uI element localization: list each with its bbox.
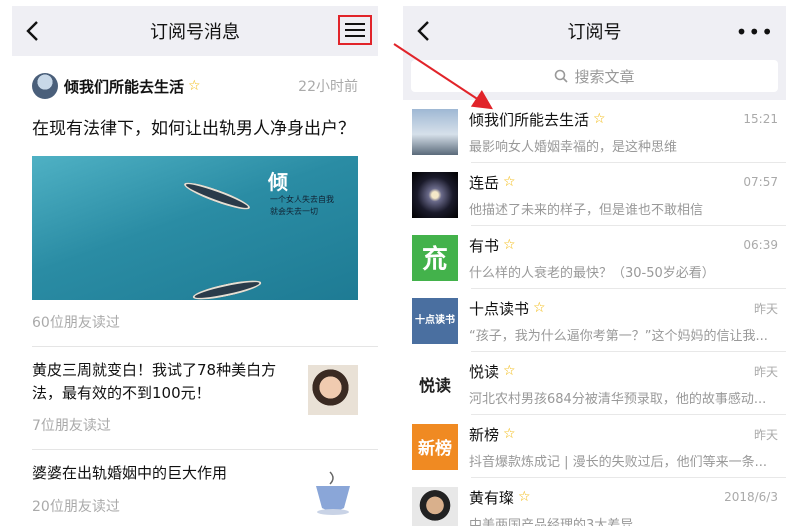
nav-bar: 订阅号消息 xyxy=(12,6,378,56)
avatar-text: 十点读书 xyxy=(415,315,455,326)
list-item[interactable]: 婆婆在出轨婚姻中的巨大作用 20位朋友读过 xyxy=(12,450,378,518)
subscription-list-panel: 订阅号 ••• 搜索文章 倾我们所能去生活 ☆ 15:21 最影响女人婚姻幸福的… xyxy=(403,6,786,526)
account-name: 连岳 xyxy=(469,173,500,192)
account-name: 有书 xyxy=(469,236,500,255)
article-view-panel: 订阅号消息 倾我们所能去生活 ☆ 22小时前 在现有法律下，如何让出轨男人净身出… xyxy=(12,6,378,526)
read-count: 7位朋友读过 xyxy=(32,418,111,435)
list-item[interactable]: 悦读 悦读 ☆ 昨天 河北农村男孩684分被清华预录取，他的故事感动... xyxy=(403,352,786,415)
menu-icon[interactable] xyxy=(338,15,372,45)
latest-article: 河北农村男孩684分被清华预录取，他的故事感动... xyxy=(469,391,767,407)
article-cover-image[interactable]: 倾 一个女人失去自我 就会失去一切 xyxy=(32,155,358,300)
avatar-text: 新榜 xyxy=(418,439,452,459)
account-name: 黄有璨 xyxy=(469,488,515,507)
boat-shape xyxy=(191,276,263,300)
search-placeholder: 搜索文章 xyxy=(574,67,635,86)
back-icon[interactable] xyxy=(22,19,44,43)
star-icon: ☆ xyxy=(188,78,201,94)
page-title: 订阅号 xyxy=(567,22,622,43)
boat-shape xyxy=(182,178,252,214)
account-name: 倾我们所能去生活 xyxy=(64,77,185,96)
search-bar: 搜索文章 xyxy=(403,56,786,100)
latest-article: 抖音爆款炼成记 | 漫长的失败过后，他们等来一条... xyxy=(469,454,768,470)
search-input[interactable]: 搜索文章 xyxy=(411,60,778,92)
avatar-text: 㐬 xyxy=(421,245,448,275)
account-name: 悦读 xyxy=(469,362,500,381)
hamburger-icon xyxy=(345,23,365,37)
account-header[interactable]: 倾我们所能去生活 ☆ 22小时前 xyxy=(12,56,378,102)
list-item[interactable]: 黄皮三周就变白！我试了78种美白方法，最有效的不到100元！ 7位朋友读过 xyxy=(12,347,378,436)
timestamp: 22小时前 xyxy=(298,79,358,95)
cover-caption: 一个女人失去自我 xyxy=(270,194,334,204)
latest-article: “孩子，我为什么逼你考第一？”这个妈妈的信让我... xyxy=(469,328,768,344)
timestamp: 06:39 xyxy=(743,238,778,252)
article-title: 黄皮三周就变白！我试了78种美白方法，最有效的不到100元！ xyxy=(32,360,277,403)
avatar: 新榜 xyxy=(412,423,458,470)
latest-article: 他描述了未来的样子，但是谁也不敢相信 xyxy=(469,202,704,218)
back-icon[interactable] xyxy=(413,19,435,43)
star-icon: ☆ xyxy=(593,111,606,127)
star-icon: ☆ xyxy=(503,426,516,442)
teacup-thumbnail xyxy=(316,471,350,516)
star-icon: ☆ xyxy=(503,174,516,190)
list-item[interactable]: 黄有璨 ☆ 2018/6/3 中美两国产品经理的3大差异 xyxy=(403,478,786,526)
avatar: 㐬 xyxy=(412,234,458,281)
timestamp: 昨天 xyxy=(753,364,778,379)
account-name: 新榜 xyxy=(469,425,500,444)
cover-caption: 就会失去一切 xyxy=(270,206,318,216)
nav-bar: 订阅号 ••• xyxy=(403,6,786,56)
list-item[interactable]: 㐬 有书 ☆ 06:39 什么样的人衰老的最快？（30-50岁必看） xyxy=(403,226,786,289)
avatar xyxy=(412,171,458,218)
timestamp: 昨天 xyxy=(753,427,778,442)
article-title: 婆婆在出轨婚姻中的巨大作用 xyxy=(32,464,228,483)
article-thumbnail xyxy=(308,364,358,415)
latest-article: 什么样的人衰老的最快？（30-50岁必看） xyxy=(469,265,715,281)
latest-article: 最影响女人婚姻幸福的，是这种思维 xyxy=(469,139,678,155)
timestamp: 2018/6/3 xyxy=(724,490,778,504)
star-icon: ☆ xyxy=(533,300,546,316)
avatar-text: 悦读 xyxy=(418,375,451,395)
list-item[interactable]: 倾我们所能去生活 ☆ 15:21 最影响女人婚姻幸福的，是这种思维 xyxy=(403,100,786,163)
avatar: 悦读 xyxy=(412,360,458,407)
avatar xyxy=(32,73,58,99)
latest-article: 中美两国产品经理的3大差异 xyxy=(469,517,634,527)
read-count: 60位朋友读过 xyxy=(32,314,120,331)
list-item[interactable]: 连岳 ☆ 07:57 他描述了未来的样子，但是谁也不敢相信 xyxy=(403,163,786,226)
avatar xyxy=(412,108,458,155)
read-count: 20位朋友读过 xyxy=(32,498,120,515)
account-name: 十点读书 xyxy=(469,299,530,318)
main-article-title[interactable]: 在现有法律下，如何让出轨男人净身出户？ xyxy=(12,102,378,142)
avatar xyxy=(412,486,458,526)
list-item[interactable]: 十点读书 十点读书 ☆ 昨天 “孩子，我为什么逼你考第一？”这个妈妈的信让我..… xyxy=(403,289,786,352)
avatar: 十点读书 xyxy=(412,297,458,344)
timestamp: 昨天 xyxy=(753,301,778,316)
more-icon[interactable]: ••• xyxy=(736,20,774,44)
timestamp: 15:21 xyxy=(743,112,778,126)
list-item[interactable]: 新榜 新榜 ☆ 昨天 抖音爆款炼成记 | 漫长的失败过后，他们等来一条... xyxy=(403,415,786,478)
timestamp: 07:57 xyxy=(743,175,778,189)
star-icon: ☆ xyxy=(503,363,516,379)
cover-brand-mark: 倾 xyxy=(268,169,288,194)
search-icon xyxy=(555,69,569,83)
star-icon: ☆ xyxy=(503,237,516,253)
page-title: 订阅号消息 xyxy=(150,22,240,43)
star-icon: ☆ xyxy=(518,489,531,505)
account-name: 倾我们所能去生活 xyxy=(469,110,590,129)
